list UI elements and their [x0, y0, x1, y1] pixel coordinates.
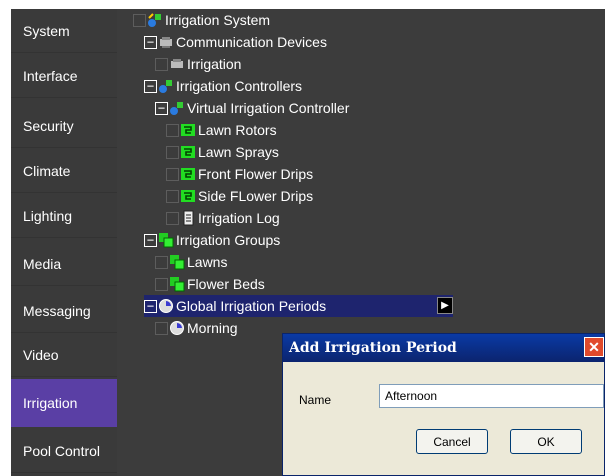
checkbox[interactable] [166, 189, 179, 203]
irrigation-system-icon [146, 12, 163, 28]
sidebar-item-pool-control[interactable]: Pool Control [11, 429, 117, 473]
zone-icon [179, 166, 196, 182]
checkbox[interactable] [166, 145, 179, 159]
name-label: Name [299, 393, 332, 407]
dialog-title-bar[interactable]: Add Irrigation Period [283, 334, 604, 362]
cancel-button-label: Cancel [433, 434, 471, 449]
tree-node-side-flower-drips[interactable]: Side FLower Drips [166, 185, 313, 207]
sidebar: System Interface Security Climate Lighti… [11, 9, 117, 476]
tree-node-global-irrigation-periods[interactable]: − Global Irrigation Periods ▶ [144, 295, 453, 317]
irrigation-controller-icon [157, 78, 174, 94]
tree-node-label: Lawns [187, 254, 228, 270]
tree-node-irrigation-groups[interactable]: − Irrigation Groups [144, 229, 280, 251]
log-icon [179, 210, 196, 226]
tree-node-label: Irrigation Log [198, 210, 280, 226]
group-icon [168, 276, 185, 292]
tree-node-flower-beds[interactable]: Flower Beds [155, 273, 265, 295]
tree-node-label: Lawn Sprays [198, 144, 279, 160]
collapse-toggle-icon[interactable]: − [144, 233, 157, 247]
tree-node-label: Irrigation Groups [176, 232, 281, 248]
dialog-title: Add Irrigation Period [289, 340, 457, 356]
sidebar-item-label: Media [23, 255, 62, 272]
tree-node-front-flower-drips[interactable]: Front Flower Drips [166, 163, 313, 185]
checkbox[interactable] [133, 13, 146, 27]
communication-device-icon [168, 56, 185, 72]
ok-button-label: OK [537, 434, 555, 449]
sidebar-item-label: Pool Control [23, 442, 101, 459]
group-icon [157, 232, 174, 248]
tree-node-label: Flower Beds [187, 276, 265, 292]
sidebar-item-interface[interactable]: Interface [11, 54, 117, 98]
tree-node-communication-devices[interactable]: − Communication Devices [144, 31, 327, 53]
collapse-toggle-icon[interactable]: − [144, 299, 157, 313]
tree-node-label: Virtual Irrigation Controller [187, 100, 350, 116]
ok-button[interactable]: OK [510, 429, 582, 454]
sidebar-item-label: Security [23, 117, 74, 134]
sidebar-item-media[interactable]: Media [11, 242, 117, 286]
zone-icon [179, 188, 196, 204]
tree-node-label: Side FLower Drips [198, 188, 314, 204]
checkbox[interactable] [155, 277, 168, 291]
close-button[interactable]: ✕ [584, 337, 604, 357]
tree-node-irrigation-log[interactable]: Irrigation Log [166, 207, 280, 229]
sidebar-item-climate[interactable]: Climate [11, 149, 117, 193]
sidebar-item-label: Irrigation [23, 395, 78, 411]
tree-node-label: Morning [187, 320, 238, 336]
sidebar-item-label: System [23, 22, 70, 39]
sidebar-item-security[interactable]: Security [11, 104, 117, 148]
sidebar-item-label: Lighting [23, 207, 73, 224]
sidebar-item-lighting[interactable]: Lighting [11, 194, 117, 238]
tree-node-label: Irrigation System [165, 12, 271, 28]
tree-node-irrigation-system[interactable]: Irrigation System [133, 9, 270, 31]
clock-icon [157, 298, 174, 314]
checkbox[interactable] [155, 255, 168, 269]
checkbox[interactable] [155, 321, 168, 335]
tree-node-irrigation-controllers[interactable]: − Irrigation Controllers [144, 75, 302, 97]
checkbox[interactable] [155, 57, 168, 71]
context-menu-arrow-icon[interactable]: ▶ [437, 297, 453, 314]
tree-node-virtual-controller[interactable]: − Virtual Irrigation Controller [155, 97, 349, 119]
collapse-toggle-icon[interactable]: − [155, 101, 168, 115]
communication-devices-icon [157, 34, 174, 50]
group-icon [168, 254, 185, 270]
name-input[interactable] [379, 384, 604, 408]
tree-node-label: Irrigation Controllers [176, 78, 303, 94]
sidebar-item-video[interactable]: Video [11, 333, 117, 377]
collapse-toggle-icon[interactable]: − [144, 35, 157, 49]
tree-node-label: Global Irrigation Periods [176, 298, 327, 314]
sidebar-item-irrigation[interactable]: Irrigation [11, 379, 117, 427]
sidebar-item-system[interactable]: System [11, 9, 117, 53]
close-icon: ✕ [588, 338, 600, 355]
collapse-toggle-icon[interactable]: − [144, 79, 157, 93]
zone-icon [179, 122, 196, 138]
tree-node-comm-irrigation[interactable]: Irrigation [155, 53, 241, 75]
tree-node-label: Irrigation [187, 56, 242, 72]
checkbox[interactable] [166, 211, 179, 225]
sidebar-item-label: Video [23, 346, 59, 363]
tree-node-label: Front Flower Drips [198, 166, 314, 182]
cancel-button[interactable]: Cancel [416, 429, 488, 454]
tree-node-lawn-rotors[interactable]: Lawn Rotors [166, 119, 277, 141]
tree-node-lawn-sprays[interactable]: Lawn Sprays [166, 141, 279, 163]
sidebar-item-label: Interface [23, 67, 78, 84]
checkbox[interactable] [166, 123, 179, 137]
add-irrigation-period-dialog: Add Irrigation Period ✕ Name Cancel OK [282, 333, 605, 476]
sidebar-item-label: Messaging [23, 302, 91, 319]
tree-node-label: Communication Devices [176, 34, 327, 50]
sidebar-item-messaging[interactable]: Messaging [11, 289, 117, 333]
virtual-controller-icon [168, 100, 185, 116]
checkbox[interactable] [166, 167, 179, 181]
sidebar-item-label: Climate [23, 162, 71, 179]
zone-icon [179, 144, 196, 160]
clock-icon [168, 320, 185, 336]
tree-node-label: Lawn Rotors [198, 122, 277, 138]
tree-node-lawns[interactable]: Lawns [155, 251, 227, 273]
tree-node-morning[interactable]: Morning [155, 317, 238, 339]
